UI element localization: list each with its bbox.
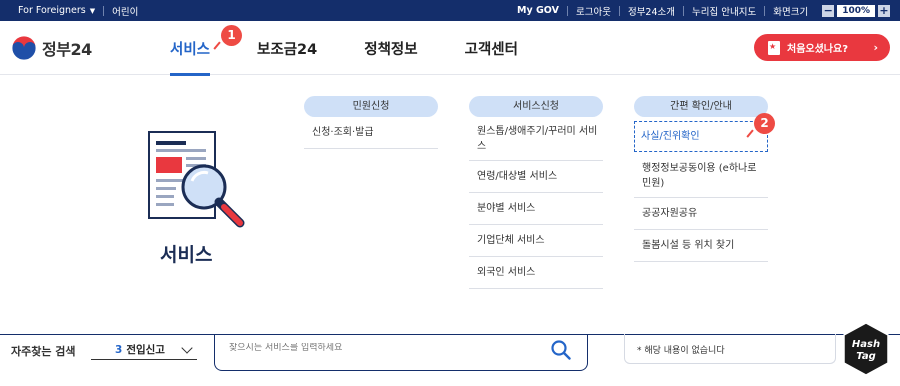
search-icon[interactable] — [551, 340, 571, 360]
utility-bar: For Foreigners ▼ 어린이 My GOV 로그아웃 정부24소개 누… — [0, 0, 900, 21]
zoom-in-button[interactable]: + — [878, 4, 890, 17]
search-result-message: * 해당 내용이 없습니다 — [624, 334, 836, 364]
sitemap-link[interactable]: 누리집 안내지도 — [684, 4, 764, 18]
column-head: 서비스신청 — [469, 96, 603, 117]
logo-text: 정부24 — [42, 40, 92, 59]
menu-link[interactable]: 외국인 서비스 — [469, 257, 603, 289]
header: 정부24 서비스 보조금24 정책정보 고객센터 1 처음오셨나요? › — [0, 21, 900, 76]
first-visit-label: 처음오셨나요? — [787, 44, 849, 55]
taegeuk-logo-icon — [11, 35, 37, 61]
caret-down-icon: ▼ — [89, 6, 96, 15]
document-search-illustration-icon — [148, 131, 245, 228]
watermark-line2: Tag — [856, 351, 876, 362]
chevron-right-icon: › — [873, 41, 878, 54]
zoom-out-button[interactable]: − — [822, 4, 835, 17]
screen-size-label: 화면크기 — [773, 6, 809, 18]
menu-link[interactable]: 공공자원공유 — [634, 198, 768, 230]
frequent-search-term: 전입신고 — [126, 344, 165, 356]
menu-link[interactable]: 분야별 서비스 — [469, 193, 603, 225]
zoom-value: 100% — [837, 4, 875, 17]
menu-link[interactable]: 연령/대상별 서비스 — [469, 161, 603, 193]
column-head: 간편 확인/안내 — [634, 96, 768, 117]
frequent-search-label: 자주찾는 검색 — [11, 345, 76, 358]
nav-item-service[interactable]: 서비스 — [170, 21, 211, 76]
nav-item-subsidy24[interactable]: 보조금24 — [257, 21, 317, 75]
column-head: 민원신청 — [304, 96, 438, 117]
about-gov24-link[interactable]: 정부24소개 — [620, 4, 683, 18]
logo-link[interactable]: 정부24 — [11, 35, 92, 61]
nav-item-customer-center[interactable]: 고객센터 — [465, 21, 518, 75]
menu-column-service-application: 서비스신청 원스톱/생애주기/꾸러미 서비스 연령/대상별 서비스 분야별 서비… — [469, 96, 603, 289]
menu-link[interactable]: 원스톱/생애주기/꾸러미 서비스 — [469, 117, 603, 161]
service-mega-menu: 서비스 민원신청 신청·조회·발급 서비스신청 원스톱/생애주기/꾸러미 서비스… — [0, 76, 900, 334]
panel-title: 서비스 — [160, 244, 213, 266]
frequent-search-dropdown[interactable]: 3 전입신고 — [91, 340, 197, 360]
logout-link[interactable]: 로그아웃 — [568, 4, 619, 18]
for-foreigners-link[interactable]: For Foreigners ▼ — [10, 5, 103, 16]
search-bar: 자주찾는 검색 3 전입신고 * 해당 내용이 없습니다 — [0, 334, 900, 386]
children-link[interactable]: 어린이 — [104, 4, 146, 18]
step-badge-1: 1 — [221, 25, 242, 46]
menu-link[interactable]: 기업단체 서비스 — [469, 225, 603, 257]
zoom-control: − 100% + — [816, 4, 890, 17]
watermark-line1: Hash — [852, 339, 880, 350]
menu-column-civil-petition: 민원신청 신청·조회·발급 — [304, 96, 438, 149]
hashtag-watermark-logo: Hash Tag — [843, 322, 889, 376]
search-box — [214, 334, 588, 371]
my-gov-link[interactable]: My GOV — [509, 5, 567, 16]
search-input[interactable] — [229, 343, 529, 353]
menu-column-easy-check: 간편 확인/안내 사실/진위확인 행정정보공동이용 (e하나로민원) 공공자원공… — [634, 96, 768, 262]
for-foreigners-label: For Foreigners — [18, 5, 86, 16]
bookmark-icon — [768, 40, 780, 55]
first-visit-button[interactable]: 처음오셨나요? › — [754, 34, 890, 61]
menu-link[interactable]: 행정정보공동이용 (e하나로민원) — [634, 154, 768, 198]
menu-link[interactable]: 신청·조회·발급 — [304, 117, 438, 149]
frequent-search-rank: 3 — [115, 343, 123, 356]
nav-item-policy-info[interactable]: 정책정보 — [364, 21, 417, 75]
menu-link[interactable]: 돌봄시설 등 위치 찾기 — [634, 230, 768, 262]
chevron-down-icon — [181, 341, 193, 354]
step-badge-2: 2 — [754, 113, 775, 134]
